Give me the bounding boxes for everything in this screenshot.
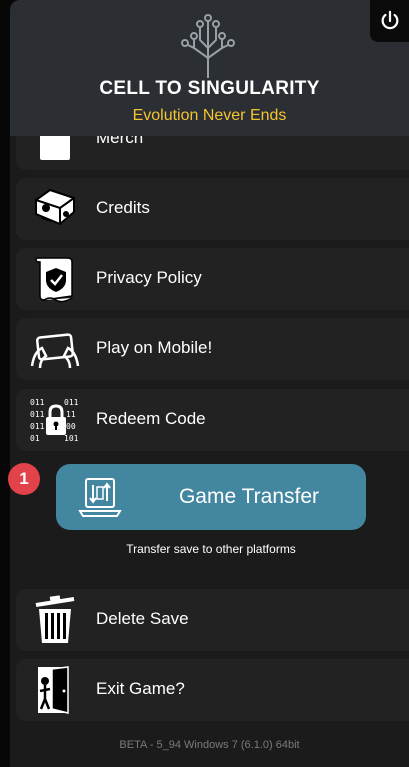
binary-code-text: 011 — [30, 398, 45, 407]
credits-icon — [35, 188, 75, 226]
mobile-icon — [30, 333, 80, 369]
game-title: CELL TO SINGULARITY — [99, 78, 320, 99]
binary-code-text: 101 — [64, 434, 79, 443]
privacy-policy-icon — [35, 257, 73, 303]
power-icon — [381, 10, 398, 30]
menu-item-redeem-code[interactable]: 011 011 011 01 011 11 00 101 Redeem Code — [16, 389, 409, 451]
laptop-transfer-icon — [78, 478, 122, 517]
menu-item-label: Credits — [96, 198, 150, 217]
game-transfer-label: Game Transfer — [178, 485, 320, 508]
game-transfer-button[interactable]: Game Transfer — [56, 464, 366, 530]
settings-panel: Merch Credits Privacy Policy Play on Mob… — [10, 0, 409, 767]
binary-code-text: 011 — [64, 398, 79, 407]
menu-item-credits[interactable]: Credits — [16, 178, 409, 240]
menu-item-exit-game[interactable]: Exit Game? — [16, 659, 409, 721]
version-text: BETA - 5_94 Windows 7 (6.1.0) 64bit — [119, 739, 300, 751]
menu-item-label: Redeem Code — [96, 409, 206, 428]
power-button[interactable] — [370, 0, 409, 42]
menu-item-label: Exit Game? — [96, 679, 185, 698]
trash-icon — [35, 595, 75, 643]
menu-item-delete-save[interactable]: Delete Save — [16, 589, 409, 651]
exit-door-icon — [38, 666, 69, 714]
menu-item-label: Privacy Policy — [96, 268, 202, 287]
game-subtitle: Evolution Never Ends — [132, 107, 287, 124]
binary-code-text: 11 — [66, 410, 76, 419]
binary-code-text: 01 — [30, 434, 40, 443]
menu-item-privacy-policy[interactable]: Privacy Policy — [16, 248, 409, 310]
menu-item-label: Delete Save — [96, 609, 189, 628]
tree-of-life-icon — [181, 14, 235, 78]
redeem-code-icon: 011 011 011 01 011 11 00 101 — [30, 398, 79, 443]
step-badge: 1 — [8, 463, 40, 495]
menu-item-label: Play on Mobile! — [96, 338, 213, 357]
binary-code-text: 011 — [30, 422, 45, 431]
binary-code-text: 011 — [30, 410, 45, 419]
game-transfer-caption: Transfer save to other platforms — [126, 542, 296, 556]
panel-header: CELL TO SINGULARITY Evolution Never Ends — [10, 0, 409, 136]
binary-code-text: 00 — [66, 422, 76, 431]
menu-item-play-on-mobile[interactable]: Play on Mobile! — [16, 318, 409, 380]
